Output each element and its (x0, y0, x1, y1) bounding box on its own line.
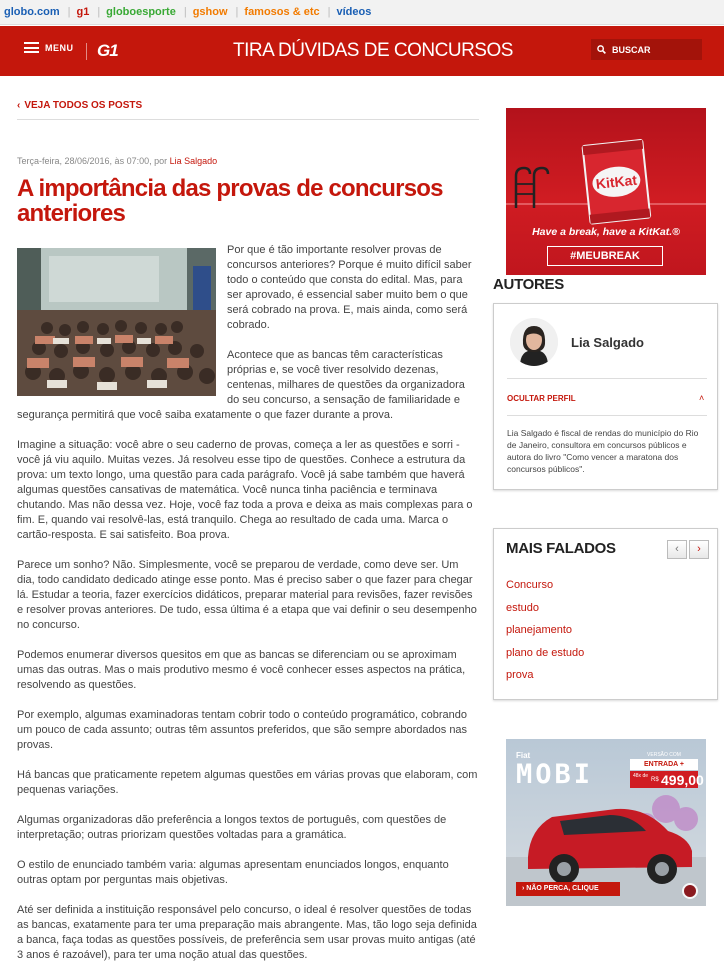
globo-network-bar: globo.com | g1 | globoesporte | gshow | … (0, 0, 724, 25)
chevron-up-icon[interactable]: ˄ (699, 393, 704, 403)
globo-link[interactable]: globo.com (4, 6, 60, 18)
search-icon (597, 45, 606, 54)
post-paragraph: Até ser definida a instituição responsáv… (17, 904, 477, 961)
bar-separator: | (235, 6, 239, 18)
post-paragraph: Imagine a situação: você abre o seu cade… (17, 439, 473, 541)
search-button[interactable]: BUSCAR (591, 39, 702, 60)
chevron-left-icon: ‹ (17, 100, 21, 111)
price-box: 48x de R$ 499,00 (630, 771, 704, 788)
menu-button[interactable]: MENU (24, 42, 74, 53)
kitkat-slogan: Have a break, have a KitKat.® (532, 226, 680, 238)
mobi-logo: MOBI (516, 759, 594, 790)
globoesporte-link[interactable]: globoesporte (106, 6, 176, 18)
bar-separator: | (97, 6, 101, 18)
post-date: Terça-feira, 28/06/2016, às 07:00, por (17, 156, 168, 166)
price-value: 499,00 (661, 772, 704, 788)
hide-profile-toggle[interactable]: OCULTAR PERFIL (507, 394, 576, 403)
next-arrow-button[interactable]: › (689, 540, 709, 559)
tag-link[interactable]: Concurso (506, 579, 584, 602)
back-to-posts-link[interactable]: ‹ VEJA TODOS OS POSTS (17, 100, 142, 111)
famosos-link[interactable]: famosos & etc (244, 6, 319, 18)
entrada-label: ENTRADA + (630, 759, 698, 770)
post-meta: Terça-feira, 28/06/2016, às 07:00, por L… (17, 156, 217, 166)
kitkat-ad[interactable]: KitKat Have a break, have a KitKat.® #ME… (506, 108, 706, 275)
most-talked-heading: MAIS FALADOS (506, 540, 616, 557)
authors-heading: AUTORES (493, 276, 564, 293)
tag-list: Concurso estudo planejamento plano de es… (506, 579, 584, 692)
videos-link[interactable]: vídeos (336, 6, 371, 18)
author-bio: Lia Salgado é fiscal de rendas do municí… (507, 428, 699, 474)
version-label: VERSÃO COM (647, 752, 681, 758)
avatar[interactable] (510, 318, 558, 366)
author-name-link[interactable]: Lia Salgado (571, 335, 644, 350)
tag-link[interactable]: planejamento (506, 624, 584, 647)
post-paragraph: Há bancas que praticamente repetem algum… (17, 769, 478, 796)
post-paragraph: Parece um sonho? Não. Simplesmente, você… (17, 559, 477, 631)
ad-cta-button[interactable]: › NÃO PERCA, CLIQUE (516, 882, 620, 896)
post-paragraph: O estilo de enunciado também varia: algu… (17, 859, 449, 886)
installments-label: 48x de (633, 773, 649, 779)
most-talked-card: MAIS FALADOS ‹ › Concurso estudo planeja… (493, 528, 718, 700)
divider (507, 378, 707, 379)
hamburger-icon (24, 42, 39, 53)
post-paragraph: Podemos enumerar diversos quesitos em qu… (17, 649, 466, 691)
header-divider (86, 43, 87, 60)
post-author-link[interactable]: Lia Salgado (170, 156, 218, 166)
back-link-label: VEJA TODOS OS POSTS (24, 100, 143, 111)
bar-separator: | (183, 6, 187, 18)
prev-arrow-button[interactable]: ‹ (667, 540, 687, 559)
search-label: BUSCAR (612, 44, 651, 55)
site-header: MENU G1 TIRA DÚVIDAS DE CONCURSOS BUSCAR (0, 26, 724, 76)
post-paragraph: Por exemplo, algumas examinadoras tentam… (17, 709, 468, 751)
tag-link[interactable]: estudo (506, 602, 584, 625)
bar-separator: | (67, 6, 71, 18)
tag-link[interactable]: prova (506, 669, 584, 692)
tag-link[interactable]: plano de estudo (506, 647, 584, 670)
blog-title[interactable]: TIRA DÚVIDAS DE CONCURSOS (233, 40, 513, 62)
author-card: Lia Salgado OCULTAR PERFIL ˄ Lia Salgado… (493, 303, 718, 490)
menu-label: MENU (45, 42, 74, 53)
post-paragraph: Algumas organizadoras dão preferência a … (17, 814, 447, 841)
g1-logo[interactable]: G1 (97, 41, 119, 61)
divider (17, 119, 479, 120)
post-title: A importância das provas de concursos an… (17, 175, 443, 227)
post-body: Por que é tão importante resolver provas… (17, 243, 479, 974)
bar-separator: | (327, 6, 331, 18)
fiat-mobi-ad[interactable]: Fiat MOBI VERSÃO COM ENTRADA + 48x de R$… (506, 739, 706, 906)
kitkat-hashtag: #MEUBREAK (547, 246, 663, 266)
currency-label: R$ (651, 777, 659, 783)
g1-link[interactable]: g1 (76, 6, 89, 18)
gshow-link[interactable]: gshow (193, 6, 228, 18)
divider (507, 415, 707, 416)
